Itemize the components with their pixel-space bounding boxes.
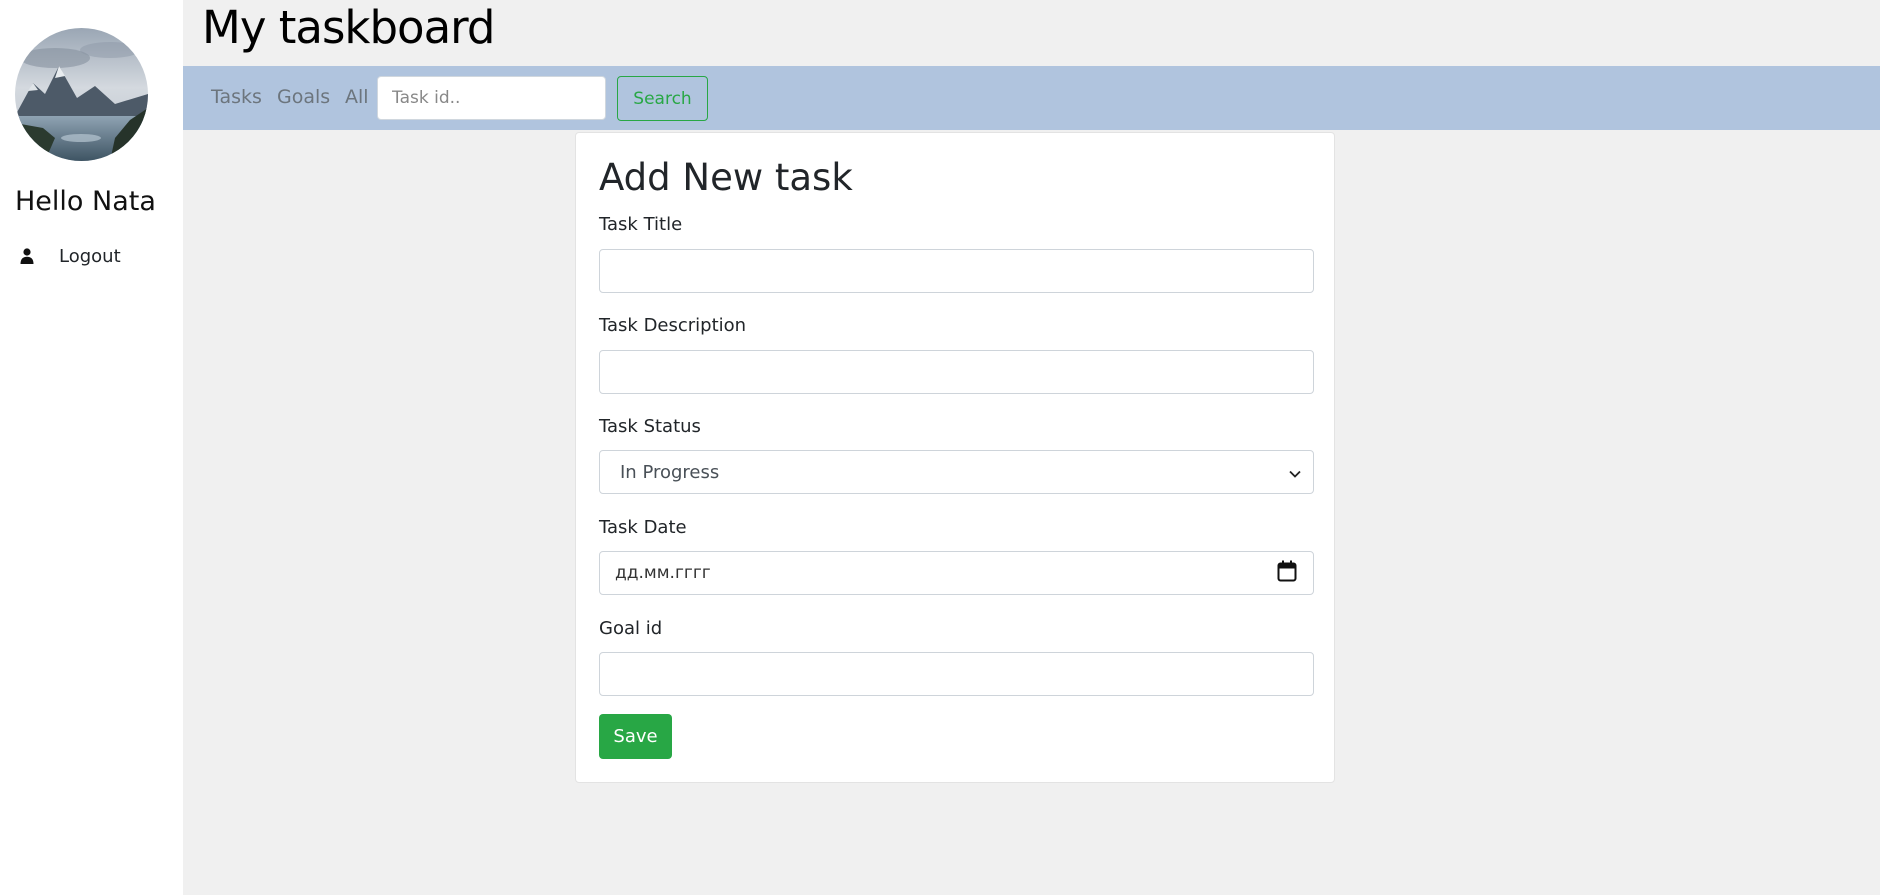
task-title-input[interactable] [599, 249, 1314, 293]
chevron-down-icon [1289, 462, 1301, 483]
search-input[interactable] [377, 76, 606, 120]
nav-link-goals[interactable]: Goals [277, 86, 330, 108]
sidebar: Hello Nata Logout [0, 0, 183, 895]
logout-label: Logout [59, 245, 121, 267]
page-title: My taskboard [202, 1, 495, 54]
calendar-icon[interactable] [1277, 560, 1297, 587]
task-title-label: Task Title [599, 214, 683, 235]
goal-id-label: Goal id [599, 618, 663, 639]
task-date-input[interactable]: дд.мм.гггг [599, 551, 1314, 595]
form-title: Add New task [599, 156, 853, 199]
task-description-label: Task Description [599, 315, 747, 336]
task-description-input[interactable] [599, 350, 1314, 394]
avatar-mountain-lake-image [15, 28, 148, 161]
avatar [15, 28, 148, 161]
save-button[interactable]: Save [599, 714, 672, 759]
task-status-selected-value: In Progress [620, 461, 720, 483]
user-icon [15, 244, 39, 268]
logout-link[interactable]: Logout [15, 243, 121, 269]
task-status-label: Task Status [599, 416, 701, 437]
goal-id-input[interactable] [599, 652, 1314, 696]
greeting: Hello Nata [15, 186, 156, 217]
nav-link-all[interactable]: All [345, 86, 369, 108]
navbar: Tasks Goals All Search [183, 66, 1880, 130]
search-button[interactable]: Search [617, 76, 708, 121]
task-date-placeholder: дд.мм.гггг [615, 563, 711, 583]
nav-link-tasks[interactable]: Tasks [211, 86, 262, 108]
add-task-form: Add New task Task Title Task Description… [575, 132, 1335, 783]
task-date-label: Task Date [599, 517, 687, 538]
task-status-select[interactable]: In Progress [599, 450, 1314, 494]
